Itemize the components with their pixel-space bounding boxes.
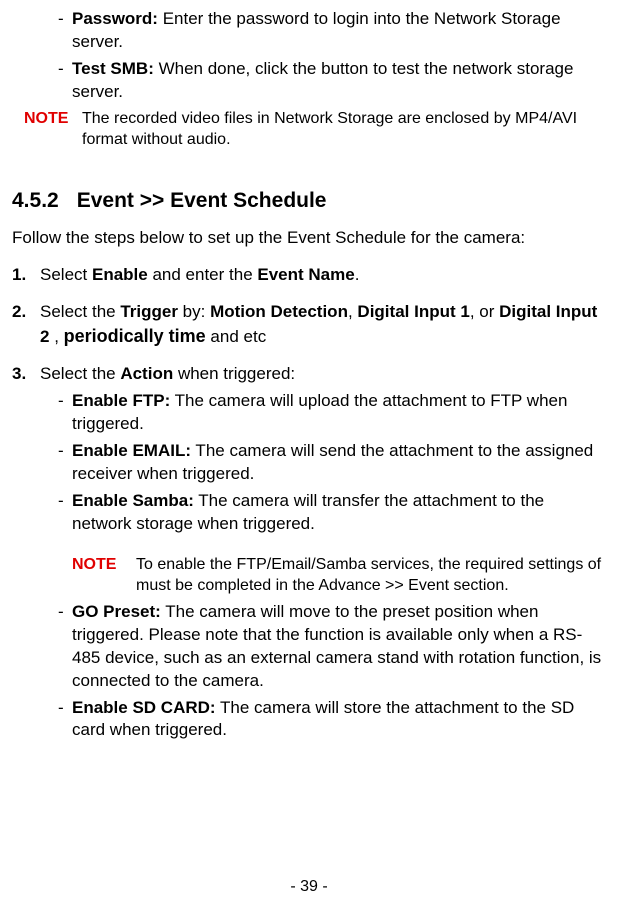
bullet-email-content: Enable EMAIL: The camera will send the a… <box>72 440 606 486</box>
bullet-gopreset-label: GO Preset: <box>72 602 161 621</box>
step-1-t2: and enter the <box>148 265 258 284</box>
step-3-t2: when triggered: <box>173 364 295 383</box>
bullet-ftp-label: Enable FTP: <box>72 391 170 410</box>
bullet-sdcard: - Enable SD CARD: The camera will store … <box>12 697 606 743</box>
note-label: NOTE <box>72 554 136 597</box>
note-storage-text: The recorded video files in Network Stor… <box>82 108 606 151</box>
bullet-email-label: Enable EMAIL: <box>72 441 191 460</box>
step-2-t2: by: <box>178 302 210 321</box>
step-2-b3: Digital Input 1 <box>357 302 469 321</box>
bullet-password-content: Password: Enter the password to login in… <box>72 8 606 54</box>
step-2-t1: Select the <box>40 302 120 321</box>
section-title: Event >> Event Schedule <box>77 189 327 212</box>
step-3-content: Select the Action when triggered: <box>40 363 606 386</box>
step-2-t5: , <box>49 327 63 346</box>
bullet-ftp: - Enable FTP: The camera will upload the… <box>12 390 606 436</box>
bullet-password-label: Password: <box>72 9 158 28</box>
bullet-sdcard-label: Enable SD CARD: <box>72 698 216 717</box>
step-3-t1: Select the <box>40 364 120 383</box>
bullet-password: - Password: Enter the password to login … <box>12 8 606 54</box>
step-2-b2: Motion Detection <box>210 302 348 321</box>
bullet-dash: - <box>58 390 72 436</box>
step-1-t3: . <box>355 265 360 284</box>
bullet-dash: - <box>58 490 72 536</box>
bullet-samba-content: Enable Samba: The camera will transfer t… <box>72 490 606 536</box>
step-1-content: Select Enable and enter the Event Name. <box>40 264 606 287</box>
step-3-b1: Action <box>120 364 173 383</box>
section-number: 4.5.2 <box>12 187 59 215</box>
bullet-dash: - <box>58 440 72 486</box>
intro-text: Follow the steps below to set up the Eve… <box>12 227 606 250</box>
step-2-t3: , <box>348 302 357 321</box>
section-heading: 4.5.2 Event >> Event Schedule <box>12 187 606 215</box>
bullet-testsmb: - Test SMB: When done, click the button … <box>12 58 606 104</box>
bullet-samba-label: Enable Samba: <box>72 491 194 510</box>
step-2-marker: 2. <box>12 301 40 349</box>
bullet-dash: - <box>58 8 72 54</box>
step-3: 3. Select the Action when triggered: <box>12 363 606 386</box>
step-2-t6: and etc <box>206 327 267 346</box>
bullet-dash: - <box>58 58 72 104</box>
bullet-gopreset: - GO Preset: The camera will move to the… <box>12 601 606 693</box>
step-1-b1: Enable <box>92 265 148 284</box>
step-2: 2. Select the Trigger by: Motion Detecti… <box>12 301 606 349</box>
bullet-ftp-content: Enable FTP: The camera will upload the a… <box>72 390 606 436</box>
step-1-marker: 1. <box>12 264 40 287</box>
bullet-samba: - Enable Samba: The camera will transfer… <box>12 490 606 536</box>
step-2-b1: Trigger <box>120 302 178 321</box>
bullet-email: - Enable EMAIL: The camera will send the… <box>12 440 606 486</box>
note-services: NOTE To enable the FTP/Email/Samba servi… <box>12 554 606 597</box>
step-1-b2: Event Name <box>257 265 354 284</box>
bullet-testsmb-label: Test SMB: <box>72 59 154 78</box>
bullet-dash: - <box>58 697 72 743</box>
step-3-marker: 3. <box>12 363 40 386</box>
page-number: - 39 - <box>0 876 618 898</box>
step-1: 1. Select Enable and enter the Event Nam… <box>12 264 606 287</box>
step-2-t4: , or <box>470 302 499 321</box>
step-2-content: Select the Trigger by: Motion Detection,… <box>40 301 606 349</box>
note-storage: NOTE The recorded video files in Network… <box>12 108 606 151</box>
bullet-testsmb-content: Test SMB: When done, click the button to… <box>72 58 606 104</box>
bullet-sdcard-content: Enable SD CARD: The camera will store th… <box>72 697 606 743</box>
note-services-text: To enable the FTP/Email/Samba services, … <box>136 554 606 597</box>
bullet-gopreset-content: GO Preset: The camera will move to the p… <box>72 601 606 693</box>
note-label: NOTE <box>24 108 82 151</box>
bullet-dash: - <box>58 601 72 693</box>
step-2-b5: periodically time <box>64 326 206 346</box>
step-1-t1: Select <box>40 265 92 284</box>
